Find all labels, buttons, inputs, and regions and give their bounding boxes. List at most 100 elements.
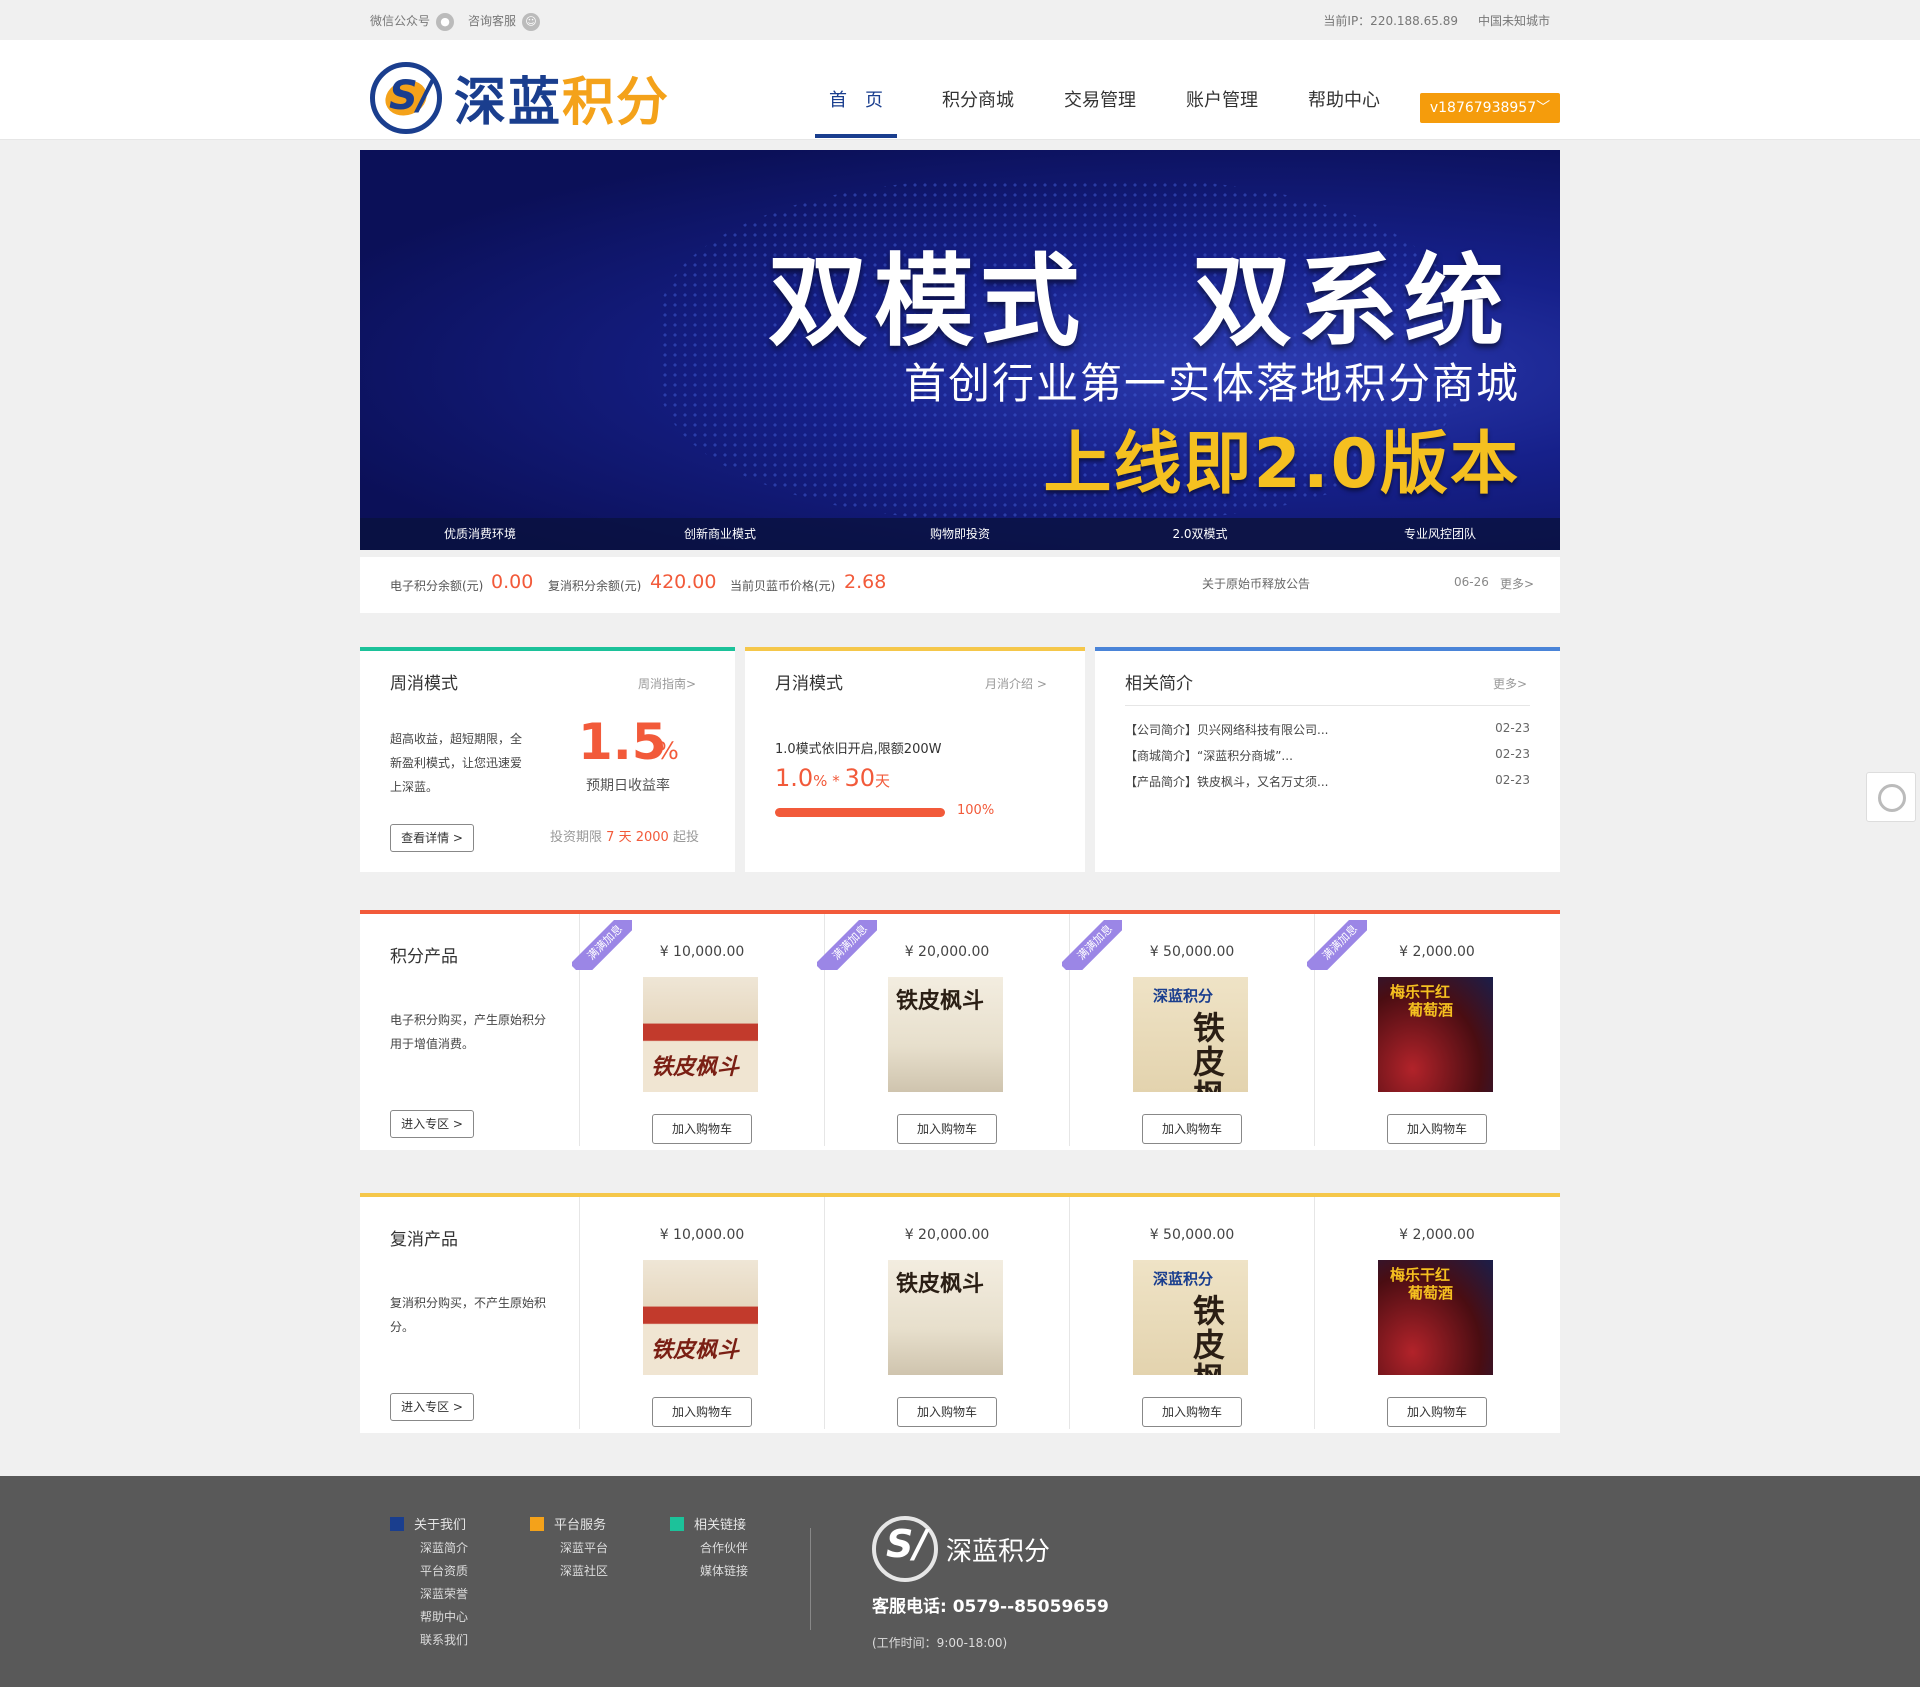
- logo-mark-icon: [370, 61, 442, 134]
- product-price: ¥ 50,000.00: [1149, 944, 1235, 960]
- weekly-rate: 1.5: [578, 713, 667, 771]
- nav-account[interactable]: 账户管理: [1161, 86, 1283, 138]
- notice-more-link[interactable]: 更多>: [1500, 575, 1534, 592]
- customer-service-widget[interactable]: [1866, 772, 1916, 822]
- product-image[interactable]: 铁皮枫斗: [888, 1260, 1003, 1375]
- about-row[interactable]: 【公司简介】贝兴网络科技有限公司... 02-23: [1125, 721, 1530, 738]
- top-bar: 微信公众号 ● 咨询客服 ☺ 当前IP：220.188.65.89 中国未知城市: [0, 0, 1920, 40]
- footer-link[interactable]: 深蓝社区: [530, 1560, 608, 1583]
- service-link[interactable]: 咨询客服 ☺: [468, 12, 541, 31]
- weekly-rate-unit: %: [656, 737, 679, 765]
- footer-link[interactable]: 联系我们: [390, 1629, 468, 1652]
- product-image[interactable]: 铁皮枫斗: [643, 977, 758, 1092]
- monthly-title: 月消模式: [775, 674, 843, 694]
- product-card[interactable]: 满满加息 ¥ 10,000.00 铁皮枫斗 加入购物车: [572, 914, 824, 1146]
- monthly-intro-link[interactable]: 月消介绍 >: [985, 675, 1047, 692]
- enter-zone-button[interactable]: 进入专区 >: [390, 1393, 474, 1421]
- smile-icon: ☺: [522, 13, 541, 31]
- about-row[interactable]: 【商城简介】“深蓝积分商城”... 02-23: [1125, 747, 1530, 764]
- wechat-link[interactable]: 微信公众号 ●: [370, 12, 455, 31]
- add-to-cart-button[interactable]: 加入购物车: [652, 1397, 752, 1427]
- product-card[interactable]: 满满加息 ¥ 2,000.00 梅乐干红 葡萄酒 加入购物车: [1307, 914, 1559, 1146]
- footer-link[interactable]: 深蓝平台: [530, 1537, 608, 1560]
- banner-subtitle: 首创行业第一实体落地积分商城: [903, 359, 1520, 408]
- product-price: ¥ 50,000.00: [1149, 1227, 1235, 1243]
- monthly-progress-label: 100%: [957, 803, 995, 818]
- product-price: ¥ 10,000.00: [659, 944, 745, 960]
- f-balance-value: 420.00: [650, 571, 717, 593]
- repeat-desc: 复消积分购买，不产生原始积分。: [390, 1296, 547, 1334]
- weekly-guide-link[interactable]: 周消指南>: [638, 675, 696, 692]
- footer-link[interactable]: 深蓝简介: [390, 1537, 468, 1560]
- add-to-cart-button[interactable]: 加入购物车: [897, 1114, 997, 1144]
- monthly-line: 1.0模式依旧开启,限额200W: [775, 742, 942, 757]
- service-phone: 客服电话: 0579--85059659: [872, 1597, 1109, 1617]
- add-to-cart-button[interactable]: 加入购物车: [897, 1397, 997, 1427]
- headset-icon: [1878, 784, 1906, 812]
- product-price: ¥ 20,000.00: [904, 1227, 990, 1243]
- product-card[interactable]: 满满加息 ¥ 20,000.00 铁皮枫斗 加入购物车: [817, 914, 1069, 1146]
- banner-tab[interactable]: 专业风控团队: [1320, 518, 1560, 550]
- square-icon: [530, 1516, 544, 1531]
- banner-tab[interactable]: 购物即投资: [840, 518, 1080, 550]
- add-to-cart-button[interactable]: 加入购物车: [1142, 1397, 1242, 1427]
- add-to-cart-button[interactable]: 加入购物车: [1387, 1397, 1487, 1427]
- main-nav: 首 页 积分商城 交易管理 账户管理 帮助中心: [795, 86, 1405, 138]
- product-card[interactable]: ¥ 50,000.00 深蓝积分铁皮枫斗 加入购物车: [1069, 1197, 1314, 1429]
- e-balance-label: 电子积分余额(元): [390, 579, 484, 593]
- about-row[interactable]: 【产品简介】铁皮枫斗，又名万丈须... 02-23: [1125, 773, 1530, 790]
- nav-trade[interactable]: 交易管理: [1039, 86, 1161, 138]
- banner-tab[interactable]: 创新商业模式: [600, 518, 840, 550]
- enter-zone-button[interactable]: 进入专区 >: [390, 1110, 474, 1138]
- about-card: 相关简介 更多> 【公司简介】贝兴网络科技有限公司... 02-23 【商城简介】…: [1095, 647, 1560, 872]
- footer-link[interactable]: 帮助中心: [390, 1606, 468, 1629]
- square-icon: [670, 1516, 684, 1531]
- footer-link[interactable]: 媒体链接: [670, 1560, 748, 1583]
- points-products-section: 积分产品 电子积分购买，产生原始积分用于增值消费。 进入专区 > 满满加息 ¥ …: [360, 910, 1560, 1150]
- banner-title: 双模式 双系统: [768, 243, 1510, 360]
- product-price: ¥ 10,000.00: [659, 1227, 745, 1243]
- product-price: ¥ 2,000.00: [1399, 944, 1475, 960]
- product-card[interactable]: ¥ 10,000.00 铁皮枫斗 加入购物车: [579, 1197, 824, 1429]
- product-image[interactable]: 深蓝积分铁皮枫斗: [1133, 1260, 1248, 1375]
- banner-tab[interactable]: 优质消费环境: [360, 518, 600, 550]
- nav-help[interactable]: 帮助中心: [1283, 86, 1405, 138]
- footer-logo: 深蓝积分: [872, 1516, 1050, 1582]
- product-image[interactable]: 梅乐干红 葡萄酒: [1378, 1260, 1493, 1375]
- add-to-cart-button[interactable]: 加入购物车: [1142, 1114, 1242, 1144]
- square-icon: [390, 1516, 404, 1531]
- add-to-cart-button[interactable]: 加入购物车: [652, 1114, 752, 1144]
- banner-tabs: 优质消费环境 创新商业模式 购物即投资 2.0双模式 专业风控团队: [360, 518, 1560, 550]
- hero-banner[interactable]: 双模式 双系统 首创行业第一实体落地积分商城 上线即2.0版本 优质消费环境 创…: [360, 150, 1560, 550]
- product-card[interactable]: ¥ 20,000.00 铁皮枫斗 加入购物车: [824, 1197, 1069, 1429]
- coin-price-label: 当前贝蓝币价格(元): [730, 579, 836, 593]
- view-details-button[interactable]: 查看详情 >: [390, 824, 474, 852]
- nav-home[interactable]: 首 页: [815, 86, 897, 138]
- footer-link[interactable]: 平台资质: [390, 1560, 468, 1583]
- product-image[interactable]: 铁皮枫斗: [643, 1260, 758, 1375]
- footer-link[interactable]: 深蓝荣誉: [390, 1583, 468, 1606]
- notice-date: 06-26: [1454, 575, 1489, 589]
- product-card[interactable]: 满满加息 ¥ 50,000.00 深蓝积分铁皮枫斗 加入购物车: [1062, 914, 1314, 1146]
- notice-link[interactable]: 关于原始币释放公告: [1202, 575, 1310, 592]
- logo[interactable]: 深蓝积分: [370, 60, 670, 135]
- product-card[interactable]: ¥ 2,000.00 梅乐干红 葡萄酒 加入购物车: [1314, 1197, 1559, 1429]
- about-title: 相关简介: [1125, 674, 1193, 694]
- repeat-products-section: 复消产品 复消积分购买，不产生原始积分。 进入专区 > ¥ 10,000.00 …: [360, 1193, 1560, 1433]
- product-image[interactable]: 铁皮枫斗: [888, 977, 1003, 1092]
- footer-links-col: 相关链接 合作伙伴 媒体链接: [670, 1514, 748, 1583]
- weekly-rate-label: 预期日收益率: [586, 778, 670, 794]
- product-image[interactable]: 深蓝积分铁皮枫斗: [1133, 977, 1248, 1092]
- user-menu-button[interactable]: v18767938957﹀: [1420, 93, 1560, 123]
- product-price: ¥ 20,000.00: [904, 944, 990, 960]
- footer-link[interactable]: 合作伙伴: [670, 1537, 748, 1560]
- add-to-cart-button[interactable]: 加入购物车: [1387, 1114, 1487, 1144]
- ip-text: 当前IP：220.188.65.89: [1323, 14, 1458, 28]
- about-more-link[interactable]: 更多>: [1493, 675, 1527, 692]
- coin-price-value: 2.68: [844, 571, 887, 593]
- banner-tab-active[interactable]: 2.0双模式: [1080, 518, 1320, 550]
- balance-strip: 电子积分余额(元) 0.00 复消积分余额(元) 420.00 当前贝蓝币价格(…: [360, 557, 1560, 613]
- nav-mall[interactable]: 积分商城: [917, 86, 1039, 138]
- monthly-mode-card: 月消模式 月消介绍 > 1.0模式依旧开启,限额200W 1.0% * 30天 …: [745, 647, 1085, 872]
- product-image[interactable]: 梅乐干红 葡萄酒: [1378, 977, 1493, 1092]
